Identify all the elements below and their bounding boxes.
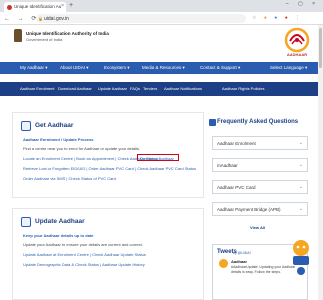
window-controls[interactable]: – ▢ ×	[286, 1, 319, 7]
update-links[interactable]: Update Aadhaar at Enrolment Centre | Che…	[23, 252, 146, 257]
nav-contact-support[interactable]: Contact & Support ▾	[200, 65, 240, 71]
get-aadhaar-title: Get Aadhaar	[35, 122, 74, 129]
nav-my-aadhaar[interactable]: My Aadhaar ▾	[20, 65, 48, 71]
browser-menu-icon[interactable]: ⋮	[295, 15, 303, 21]
extension-icon[interactable]: ●	[274, 15, 280, 21]
extension-icon[interactable]: ●	[264, 15, 270, 21]
quick-link[interactable]: Update Aadhaar	[98, 86, 127, 91]
faq-title: Frequently Asked Questions	[217, 119, 299, 125]
language-selector[interactable]: Select Language ▾	[270, 65, 307, 71]
extension-icon[interactable]: ●	[285, 15, 291, 21]
tweets-by-link[interactable]: by @UIDAI	[233, 251, 251, 255]
nav-media-resources[interactable]: Media & Resources ▾	[142, 65, 185, 71]
lock-icon: 🔒	[38, 16, 43, 21]
quick-link[interactable]: FAQs	[130, 86, 140, 91]
quick-link[interactable]: Aadhaar Rights Policies	[222, 86, 264, 91]
national-emblem-icon	[14, 29, 22, 42]
quick-link[interactable]: Aadhaar Notifications	[164, 86, 202, 91]
update-aadhaar-subtitle: Keep your Aadhaar details up to date	[23, 233, 94, 238]
help-chatbot-icon[interactable]	[290, 238, 312, 276]
chevron-down-icon: ⌄	[298, 206, 303, 212]
chevron-down-icon: ⌄	[298, 184, 303, 190]
address-bar: ← → ⟳ 🔒 uidai.gov.in ☆ ● ● ● ⋮	[0, 12, 323, 25]
browser-tab[interactable]: Unique Identification Au ×	[4, 2, 66, 12]
faq-item-label: mAadhaar	[217, 163, 238, 168]
scrollbar-thumb[interactable]	[319, 28, 322, 68]
url-input[interactable]: 🔒 uidai.gov.in	[36, 14, 246, 23]
avatar[interactable]	[219, 259, 228, 268]
aadhaar-logo-text: AADHAAR	[286, 52, 308, 57]
nav-about-uidai[interactable]: About UIDAI ▾	[60, 65, 89, 71]
chevron-down-icon: ⌄	[298, 140, 303, 146]
navigation-buttons[interactable]: ← → ⟳	[4, 15, 39, 22]
tab-title: Unique Identification Au	[14, 4, 62, 9]
update-aadhaar-card: Update Aadhaar Keep your Aadhaar details…	[12, 208, 204, 300]
quick-links-bar: Aadhaar Enrolment Download Aadhaar Updat…	[0, 82, 323, 96]
faq-item[interactable]: Aadhaar Payment Bridge (APB) ⌄	[212, 202, 308, 216]
order-links[interactable]: Order Aadhaar via SMS | Check Status of …	[23, 176, 116, 181]
close-tab-icon[interactable]: ×	[61, 3, 64, 9]
site-header: Unique Identification Authority of India…	[0, 25, 323, 59]
faq-item[interactable]: Aadhaar PVC Card ⌄	[212, 180, 308, 194]
browser-tab-bar: Unique Identification Au × + – ▢ ×	[0, 0, 323, 12]
faq-item[interactable]: Aadhaar Enrolment ⌄	[212, 136, 308, 150]
faq-item[interactable]: mAadhaar ⌄	[212, 158, 308, 172]
quick-link[interactable]: Aadhaar Enrolment	[20, 86, 54, 91]
quick-link[interactable]: Download Aadhaar	[58, 86, 92, 91]
new-tab-button[interactable]: +	[69, 2, 73, 9]
bookmark-star-icon[interactable]: ☆	[252, 15, 259, 21]
government-name: Government of India	[26, 37, 63, 42]
faq-item-label: Aadhaar Enrolment	[217, 141, 256, 146]
extension-icons[interactable]: ☆ ● ● ● ⋮	[252, 15, 303, 21]
chevron-down-icon: ⌄	[298, 162, 303, 168]
faq-view-all-link[interactable]: View All	[250, 225, 265, 230]
get-aadhaar-subtitle: Aadhaar Enrolment / Update Process	[23, 137, 94, 142]
get-aadhaar-description: Find a centre near you to enrol for Aadh…	[23, 146, 140, 151]
update-aadhaar-title: Update Aadhaar	[35, 218, 85, 225]
update-aadhaar-description: Update your Aadhaar to ensure your detai…	[23, 242, 143, 247]
url-text: uidai.gov.in	[44, 16, 69, 22]
quick-link[interactable]: Tenders	[143, 86, 157, 91]
authority-name: Unique Identification Authority of India	[26, 31, 109, 36]
faq-item-label: Aadhaar PVC Card	[217, 185, 256, 190]
faq-item-label: Aadhaar Payment Bridge (APB)	[217, 207, 281, 212]
tweet-author[interactable]: Aadhaar	[231, 259, 247, 264]
retrieve-links[interactable]: Retrieve Lost or Forgotten EID/UID | Ord…	[23, 166, 196, 171]
download-aadhaar-link[interactable]: Download Aadhaar	[140, 156, 174, 161]
get-aadhaar-card: Get Aadhaar Aadhaar Enrolment / Update P…	[12, 112, 204, 198]
aadhaar-logo[interactable]	[284, 27, 310, 53]
id-card-icon	[21, 121, 31, 131]
favicon-icon	[7, 5, 12, 10]
faq-icon	[209, 119, 216, 126]
update-icon	[21, 217, 31, 227]
main-navigation: My Aadhaar ▾ About UIDAI ▾ Ecosystem ▾ M…	[0, 62, 323, 74]
update-demographic-links[interactable]: Update Demographic Data & Check Status |…	[23, 262, 145, 267]
nav-ecosystem[interactable]: Ecosystem ▾	[104, 65, 130, 71]
